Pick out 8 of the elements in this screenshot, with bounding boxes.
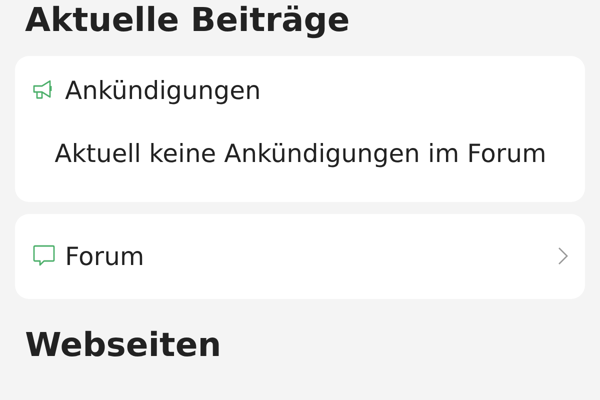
empty-message: Aktuell keine Ankündigungen im Forum	[54, 138, 548, 168]
chevron-icon	[557, 246, 569, 266]
section-heading: Webseiten	[24, 324, 222, 364]
section-heading: Aktuelle Beiträge	[24, 0, 351, 40]
card-title: Forum	[65, 242, 146, 271]
card-title: Ankündigungen	[65, 76, 262, 105]
speech-bubble-icon	[32, 244, 56, 268]
forum-row[interactable]: Forum	[15, 214, 585, 299]
